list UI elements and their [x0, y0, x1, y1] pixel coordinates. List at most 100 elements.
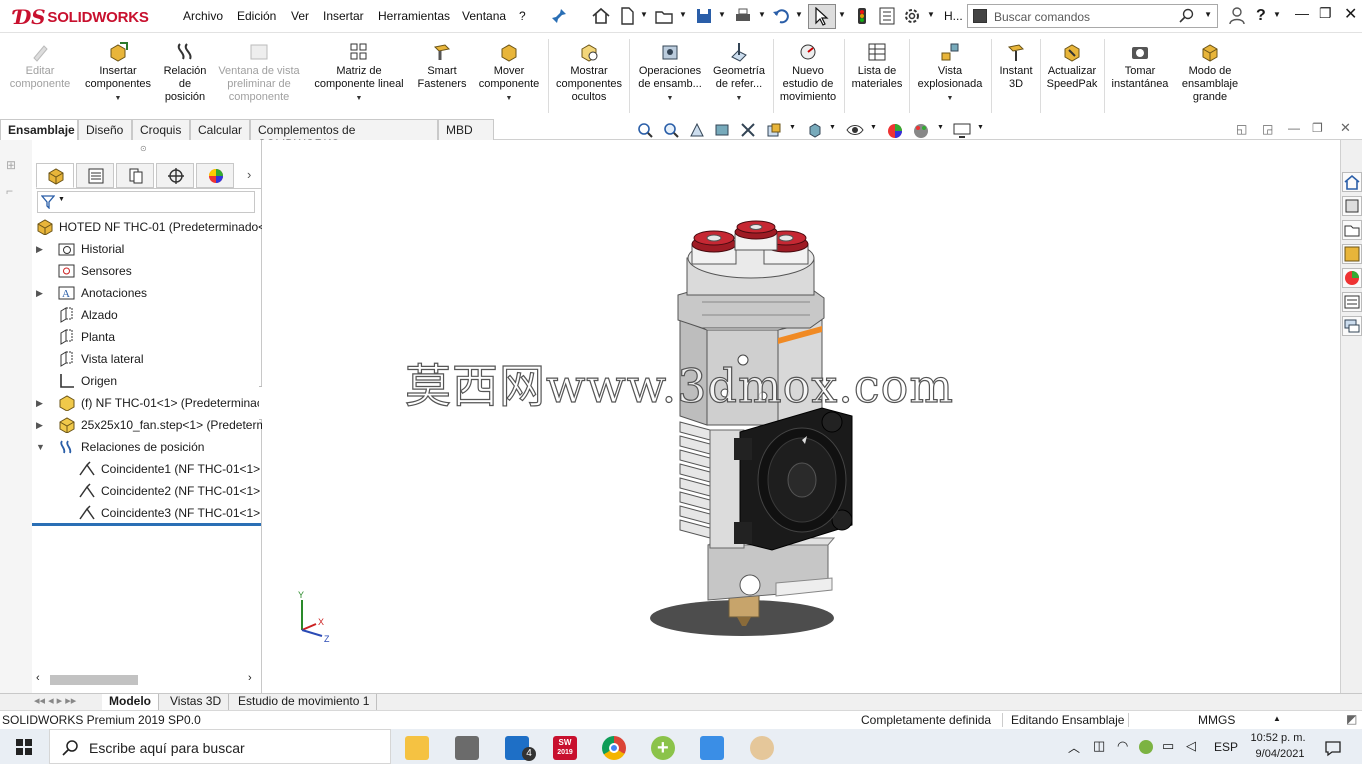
tab-configuration-manager[interactable]: [116, 163, 154, 188]
tree-item[interactable]: ▶ (f) NF THC-01<1> (Predeterminac: [36, 393, 263, 413]
units-dropdown-icon[interactable]: ▲: [1273, 714, 1281, 723]
restore-icon[interactable]: ❐: [1319, 5, 1332, 22]
file-properties-icon[interactable]: [877, 6, 897, 26]
tree-item[interactable]: Alzado: [36, 305, 118, 325]
task-pane-appearances-icon[interactable]: [1342, 268, 1362, 288]
tab-croquis[interactable]: Croquis: [132, 119, 190, 140]
expand-arrow-icon[interactable]: ▶: [36, 398, 58, 409]
strip-tool-icon[interactable]: ⊞: [6, 158, 16, 172]
take-snapshot-button[interactable]: Tomar instantánea: [1107, 41, 1173, 91]
rollback-bar[interactable]: [32, 523, 261, 526]
menu-herramientas[interactable]: Herramientas: [378, 9, 450, 23]
bottom-tabs-nav-icon[interactable]: ◂◂ ◂ ▸ ▸▸: [34, 694, 76, 707]
chrome-icon[interactable]: [602, 736, 626, 760]
new-motion-study-button[interactable]: Nuevo estudio de movimiento: [776, 41, 840, 104]
graphics-area[interactable]: Y X Z: [262, 140, 1340, 693]
strip-tool2-icon[interactable]: ⌐: [6, 184, 13, 198]
menu-ver[interactable]: Ver: [291, 9, 309, 23]
tree-item[interactable]: Coincidente3 (NF THC-01<1>: [78, 503, 260, 523]
search-dropdown-icon[interactable]: ▼: [1204, 10, 1212, 19]
smart-fasteners-button[interactable]: Smart Fasteners: [414, 41, 470, 91]
view-settings-icon[interactable]: [953, 122, 971, 138]
task-pane-view-palette-icon[interactable]: [1342, 244, 1362, 264]
edit-appearance-icon[interactable]: [886, 122, 904, 139]
tab-diseno[interactable]: Diseño: [78, 119, 132, 140]
help-truncated-button[interactable]: H...: [944, 9, 963, 23]
tree-item[interactable]: Coincidente2 (NF THC-01<1>: [78, 481, 260, 501]
reference-geometry-button[interactable]: Geometría de refer... ▼: [709, 41, 769, 105]
expand-arrow-icon[interactable]: ▶: [36, 288, 58, 299]
windows-start-icon[interactable]: [16, 739, 32, 755]
display-style-icon[interactable]: [807, 122, 823, 138]
doc-close-icon[interactable]: ✕: [1340, 120, 1351, 136]
search-commands-input[interactable]: Buscar comandos: [994, 10, 1090, 24]
mail-icon[interactable]: 4: [505, 736, 536, 761]
new-document-icon[interactable]: [617, 6, 637, 26]
move-component-button[interactable]: Mover componente ▼: [474, 41, 544, 105]
paint-app-icon[interactable]: [750, 736, 774, 760]
open-folder-icon[interactable]: [654, 6, 674, 26]
tray-language[interactable]: ESP: [1214, 740, 1238, 754]
tree-root-assembly[interactable]: HOTED NF THC-01 (Predeterminado<: [36, 217, 265, 237]
document-back-icon[interactable]: ◱: [1236, 122, 1247, 136]
edit-component-button[interactable]: Editar componente: [6, 41, 74, 91]
linear-component-pattern-button[interactable]: Matriz de componente lineal ▼: [308, 41, 410, 105]
minimize-icon[interactable]: —: [1295, 5, 1309, 21]
tree-item[interactable]: Origen: [36, 371, 117, 391]
task-pane-forum-icon[interactable]: [1342, 316, 1362, 336]
expand-arrow-icon[interactable]: ▶: [36, 244, 58, 255]
zoom-to-area-icon[interactable]: [663, 122, 679, 138]
menu-archivo[interactable]: Archivo: [183, 9, 223, 23]
panel-grip-icon[interactable]: ⊙: [140, 144, 147, 153]
tray-battery-icon[interactable]: ▭: [1162, 738, 1174, 754]
previous-view-icon[interactable]: [689, 122, 705, 138]
rebuild-traffic-light-icon[interactable]: [852, 6, 872, 26]
user-icon[interactable]: [1227, 6, 1247, 26]
expand-arrow-icon[interactable]: ▶: [36, 420, 58, 431]
exploded-view-button[interactable]: Vista explosionada ▼: [912, 41, 988, 105]
bill-of-materials-button[interactable]: Lista de materiales: [848, 41, 906, 91]
solidworks-taskbar-icon[interactable]: SW 2019: [553, 736, 577, 760]
save-icon[interactable]: [694, 6, 714, 26]
view-orientation-icon[interactable]: [766, 122, 782, 138]
tab-display-manager[interactable]: [196, 163, 234, 188]
tray-camera-icon[interactable]: ◫: [1093, 738, 1105, 754]
help-icon[interactable]: ?: [1256, 7, 1266, 25]
show-hidden-components-button[interactable]: Mostrar componentes ocultos: [553, 41, 625, 104]
scroll-left-icon[interactable]: ‹: [36, 672, 40, 684]
tab-calcular[interactable]: Calcular: [190, 119, 250, 140]
hotend-model[interactable]: Y X Z: [262, 140, 1340, 693]
menu-edicion[interactable]: Edición: [237, 9, 276, 23]
search-icon[interactable]: [1179, 8, 1195, 24]
mate-button[interactable]: Relación de posición: [160, 41, 210, 104]
tab-dimxpert-manager[interactable]: [156, 163, 194, 188]
tab-complementos[interactable]: Complementos de SOLIDWORKS: [250, 119, 438, 151]
update-speedpak-button[interactable]: Actualizar SpeedPak: [1043, 41, 1101, 91]
assembly-features-button[interactable]: Operaciones de ensamb... ▼: [633, 41, 707, 105]
tab-property-manager[interactable]: [76, 163, 114, 188]
green-plus-app-icon[interactable]: +: [651, 736, 675, 760]
document-forward-icon[interactable]: ◲: [1262, 122, 1273, 136]
options-gear-icon[interactable]: [902, 6, 922, 26]
tree-item[interactable]: ▶ A Anotaciones: [36, 283, 147, 303]
taskbar-search-box[interactable]: Escribe aquí para buscar: [49, 729, 391, 764]
file-explorer-icon[interactable]: [405, 736, 429, 760]
task-pane-design-library-icon[interactable]: [1342, 196, 1362, 216]
solidworks-logo[interactable]: ƊS SOLIDWORKS: [14, 5, 149, 29]
tab-ensamblaje[interactable]: Ensamblaje: [0, 119, 78, 140]
tree-item[interactable]: ▼ Relaciones de posición: [36, 437, 204, 457]
tabs-scroll-right-icon[interactable]: ›: [247, 167, 251, 182]
close-icon[interactable]: ✕: [1344, 4, 1357, 24]
collapse-arrow-icon[interactable]: ▼: [36, 442, 58, 452]
tab-estudio-movimiento[interactable]: Estudio de movimiento 1: [231, 694, 378, 710]
menu-help[interactable]: ?: [519, 9, 526, 23]
scroll-right-icon[interactable]: ›: [248, 672, 252, 684]
tree-filter-box[interactable]: ▼: [37, 191, 255, 213]
section-view-icon[interactable]: [714, 122, 730, 138]
taskbar-search-input[interactable]: Escribe aquí para buscar: [89, 740, 245, 756]
tree-item[interactable]: ▶ Historial: [36, 239, 124, 259]
tab-mbd[interactable]: MBD: [438, 119, 494, 140]
pin-icon[interactable]: [549, 6, 569, 26]
component-preview-window-button[interactable]: Ventana de vista preliminar de component…: [214, 41, 304, 104]
task-pane-file-explorer-icon[interactable]: [1342, 220, 1362, 240]
